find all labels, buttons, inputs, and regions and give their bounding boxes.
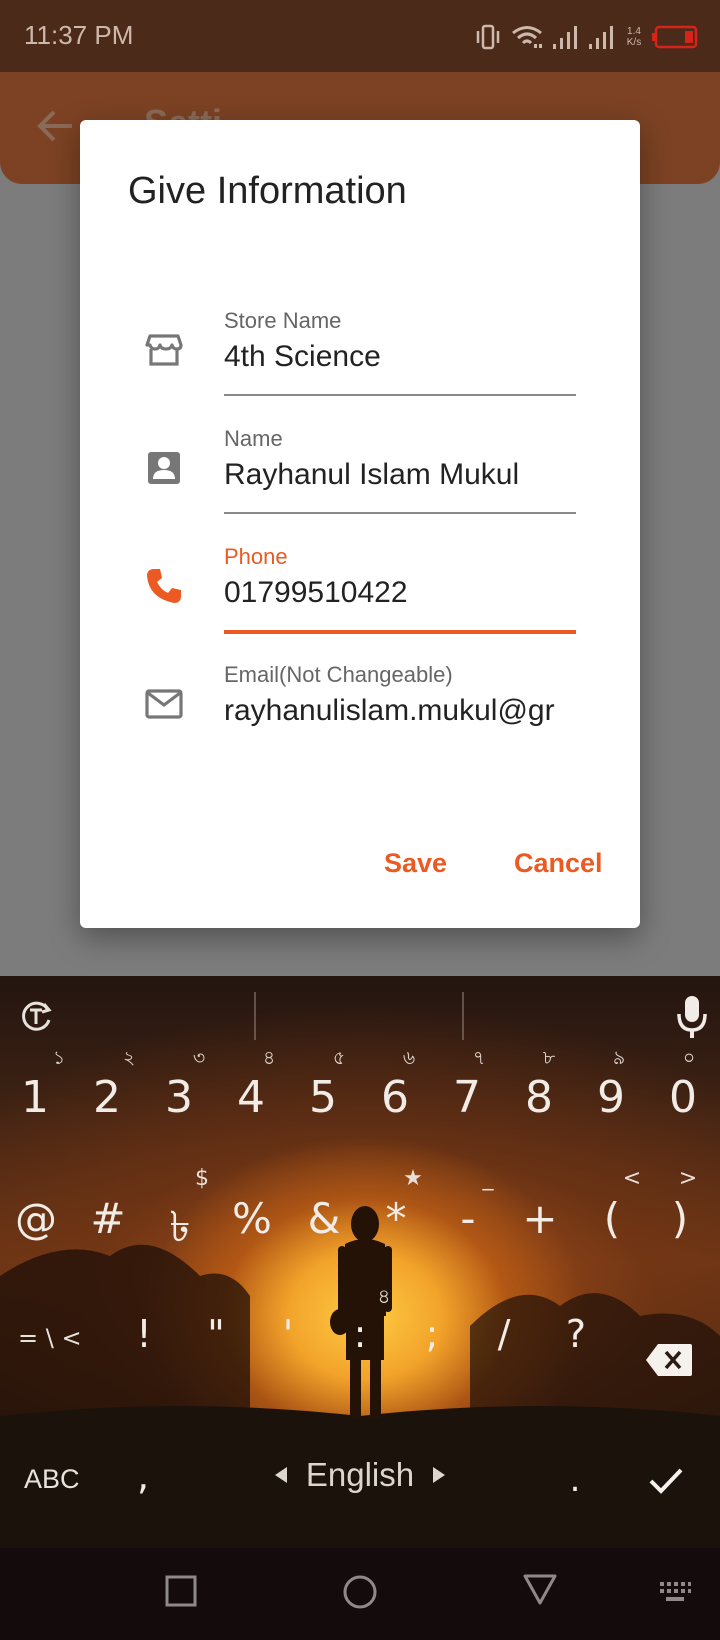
translate-icon[interactable] [18,998,54,1034]
email-value: rayhanulislam.mukul@gr [224,694,555,727]
backspace-icon[interactable] [644,1342,694,1378]
email-label: Email(Not Changeable) [224,662,453,687]
period-key[interactable]: . [550,1460,600,1500]
wifi-icon [512,26,542,48]
key-exclamation[interactable]: ! [112,1312,176,1356]
language-label: English [305,1456,415,1493]
key-hint-bengali-4: ৪ [377,1284,391,1308]
key-single-quote[interactable]: ' [256,1312,320,1356]
key-8[interactable]: 8 [507,1072,571,1123]
key-9[interactable]: 9 [579,1072,643,1123]
vibrate-icon [476,24,500,50]
phone-label: Phone [224,544,288,569]
caret-left-icon [274,1467,287,1483]
phone-icon [147,569,181,603]
microphone-icon[interactable] [674,994,710,1040]
mail-icon [145,689,183,719]
key-slash[interactable]: / [472,1312,536,1356]
phone-value[interactable]: 01799510422 [224,576,576,610]
status-bar: 11:37 PM 1.4 K/s [0,0,720,72]
soft-keyboard: ১ ২ ৩ ৪ ৫ ৬ ৭ ৮ ৯ ০ 1 2 3 4 5 6 7 8 9 0 … [0,976,720,1548]
key-0[interactable]: 0 [651,1072,715,1123]
abc-key[interactable]: ABC [24,1464,80,1495]
key-hint-less-than: < [622,1166,642,1191]
checkmark-icon[interactable] [648,1466,684,1496]
recents-icon[interactable] [164,1574,198,1608]
store-name-value[interactable]: 4th Science [224,340,576,374]
key-question[interactable]: ? [544,1312,608,1356]
key-4[interactable]: 4 [219,1072,283,1123]
email-field: Email(Not Changeable) rayhanulislam.muku… [80,632,640,742]
key-hint-dollar: $ [195,1166,209,1191]
key-hint-greater-than: > [678,1166,698,1191]
status-icons: 1.4 K/s [474,20,698,54]
key-double-quote[interactable]: " [184,1312,248,1356]
key-1[interactable]: 1 [3,1072,67,1123]
key-plus[interactable]: + [508,1194,572,1243]
key-hint-underscore: _ [482,1166,494,1191]
phone-field[interactable]: Phone 01799510422 [80,514,640,634]
arrow-left-icon[interactable] [36,106,76,146]
key-ampersand[interactable]: & [292,1194,356,1243]
cancel-button[interactable]: Cancel [514,848,603,879]
back-icon[interactable] [522,1572,558,1606]
net-speed: 1.4 K/s [624,26,644,48]
keyboard-switch-icon[interactable] [658,1580,692,1604]
key-minus[interactable]: - [436,1194,500,1243]
name-label: Name [224,426,283,451]
toolbar-divider [462,992,464,1040]
store-icon [145,334,183,366]
info-dialog: Give Information Store Name 4th Science … [80,120,640,928]
name-value[interactable]: Rayhanul Islam Mukul [224,458,576,492]
key-hint-star: ★ [403,1166,423,1191]
key-6[interactable]: 6 [363,1072,427,1123]
contact-icon [148,452,180,484]
caret-right-icon [433,1467,446,1483]
name-field[interactable]: Name Rayhanul Islam Mukul [80,396,640,514]
store-name-field[interactable]: Store Name 4th Science [80,278,640,396]
key-3[interactable]: 3 [147,1072,211,1123]
battery-low-icon [652,25,698,49]
toolbar-divider [254,992,256,1040]
key-at[interactable]: @ [4,1194,68,1243]
key-2[interactable]: 2 [75,1072,139,1123]
dialog-title: Give Information [128,170,407,212]
store-name-label: Store Name [224,308,342,333]
key-asterisk[interactable]: * [364,1194,428,1243]
key-taka[interactable]: ৳ [148,1194,212,1265]
key-7[interactable]: 7 [435,1072,499,1123]
key-close-paren[interactable]: ) [648,1194,712,1243]
key-hash[interactable]: # [76,1194,140,1243]
status-time: 11:37 PM [24,20,134,50]
spacebar-key[interactable]: English [260,1456,460,1494]
save-button[interactable]: Save [384,848,447,879]
navigation-bar [0,1548,720,1640]
more-symbols-key[interactable]: = \ < [18,1324,108,1352]
key-colon[interactable]: : [328,1312,392,1356]
home-icon[interactable] [342,1574,378,1610]
comma-key[interactable]: , [118,1454,168,1498]
key-5[interactable]: 5 [291,1072,355,1123]
signal-icon [553,26,577,49]
key-percent[interactable]: % [220,1194,284,1243]
net-speed-unit: K/s [626,37,642,48]
key-semicolon[interactable]: ; [400,1312,464,1356]
net-speed-value: 1.4 [627,26,641,37]
signal-icon [589,26,613,49]
key-open-paren[interactable]: ( [580,1194,644,1243]
